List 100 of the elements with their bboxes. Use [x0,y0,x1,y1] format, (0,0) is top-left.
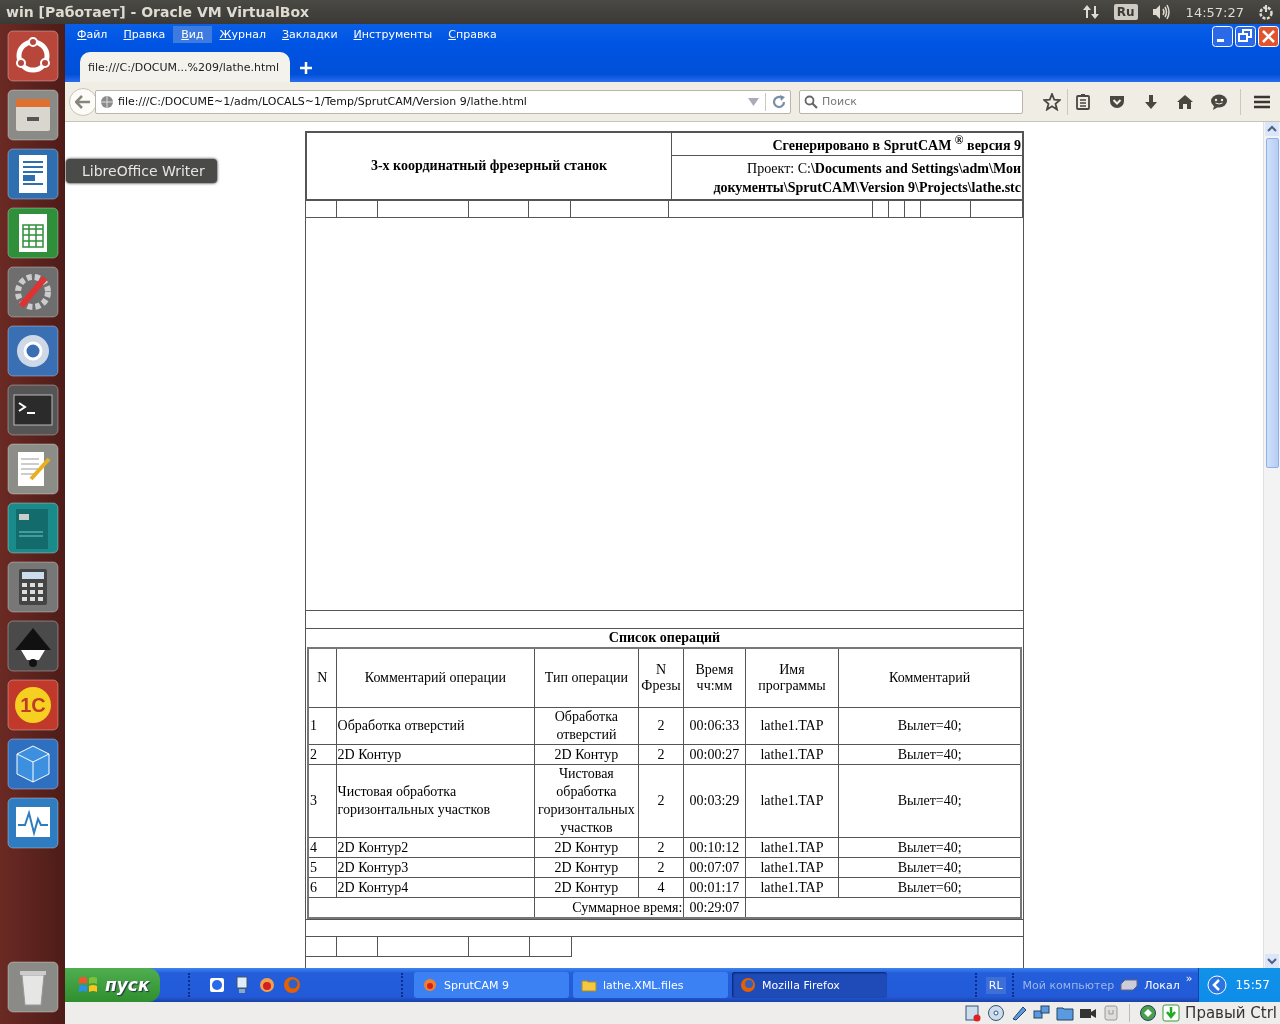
menu-item[interactable]: Справка [440,25,505,43]
search-field[interactable]: Поиск [799,89,1023,114]
menu-item[interactable]: Правка [115,25,174,43]
table-cell: Обработка отверстий [534,707,639,745]
cube-icon[interactable] [6,738,59,790]
table-cell: 2D Контур [534,877,639,898]
scrollbar-thumb[interactable] [1265,138,1279,468]
table-cell: 2D Контур [534,744,639,765]
table-cell: 00:01:17 [683,877,746,898]
table-cell: 5 [308,857,337,878]
clock[interactable]: 14:57:27 [1185,4,1244,20]
trash-icon[interactable] [6,961,59,1013]
drive-icon[interactable] [1120,979,1139,991]
window-title: win [Работает] - Oracle VM VirtualBox [6,4,311,20]
table-cell: 2 [638,857,684,878]
calculator-icon[interactable] [6,561,59,613]
table-cell: Чистовая обработка горизонтальных участков [534,764,639,838]
network-arrows-icon[interactable] [1081,4,1100,20]
document-icon[interactable] [6,148,59,200]
taskbar-button[interactable]: SprutCAM 9 [414,972,569,998]
star-icon[interactable] [1043,92,1061,111]
tooltip: LibreOffice Writer [66,159,217,183]
toolbar-label: Мой компьютер [1022,978,1115,992]
taskbar-button[interactable]: Mozilla Firefox [732,972,887,998]
app-flame-icon[interactable] [258,976,276,994]
table-cell: 2 [638,837,684,858]
menu-item[interactable]: Вид [173,25,212,43]
table-cell: 4 [308,837,337,858]
more-button[interactable]: » [1185,972,1193,985]
table-cell: 2D Контур4 [336,877,535,898]
table-cell: 00:07:07 [683,857,746,878]
system-monitor-icon[interactable] [6,797,59,849]
spreadsheet-icon[interactable] [6,207,59,259]
restore-button[interactable] [1235,26,1256,47]
network-icon[interactable] [1033,1004,1052,1022]
table-cell: lathe1.TAP [745,857,839,878]
table-cell: 6 [308,877,337,898]
scroll-up-icon[interactable] [1265,122,1279,136]
table-cell: lathe1.TAP [745,707,839,745]
table-cell: lathe1.TAP [745,837,839,858]
machine-title: 3-х координатный фрезерный станок [306,132,672,200]
column-header: Комментарий операции [336,648,535,708]
menu-item[interactable]: Файл [69,25,116,43]
reload-icon[interactable] [772,94,786,109]
monitor-icon[interactable] [233,976,251,994]
terminal-icon[interactable] [6,384,59,436]
folder-icon[interactable] [1056,1004,1075,1022]
usb-pen-icon[interactable] [1010,1004,1029,1022]
browser-fox-icon [740,977,756,993]
table-cell: Обработка отверстий [336,707,535,745]
table-cell: 1 [308,707,337,745]
taskbar-clock[interactable]: 15:57 [1235,978,1270,992]
notepad-icon[interactable] [6,443,59,495]
address-field[interactable]: file:///C:/DOCUME~1/adm/LOCALS~1/Temp/SprutCAM/Version 9/lathe.html [95,89,791,114]
search-input[interactable]: Поиск [822,95,1002,108]
table-cell: lathe1.TAP [745,764,839,838]
home-icon[interactable] [1176,92,1194,111]
browser-icon[interactable] [6,325,59,377]
scroll-down-icon[interactable] [1265,954,1279,968]
back-button[interactable] [69,87,97,116]
hard-disk-icon[interactable] [964,1004,983,1022]
download-icon[interactable] [1142,92,1160,111]
language-indicator[interactable]: RL [985,976,1006,994]
new-tab-icon[interactable] [300,62,312,74]
chevron-left-icon[interactable] [1207,975,1228,995]
scrollbar[interactable] [1263,122,1280,968]
menu-item[interactable]: Закладки [273,25,346,43]
keyboard-layout-indicator[interactable]: Ru [1113,4,1138,20]
table-cell: 00:00:27 [683,744,746,765]
speaker-icon[interactable] [1151,4,1172,20]
optical-disc-icon[interactable] [987,1004,1006,1022]
app-logo-icon[interactable]: 1С [6,679,59,731]
book-icon[interactable] [6,502,59,554]
column-header: Имя программы [745,648,839,708]
table-cell: 2D Контур2 [336,837,535,858]
browser-tab[interactable]: file:///C:/DOCUM...%209/lathe.html [80,52,290,82]
start-button[interactable]: пуск [65,968,160,1002]
taskbar-button[interactable]: lathe.XML.files [573,972,728,998]
table-cell: 00:03:29 [683,764,746,838]
menu-item[interactable]: Инструменты [345,25,441,43]
menu-item[interactable]: Журнал [211,25,274,43]
chat-bubble-icon[interactable] [1210,92,1228,111]
table-cell: 2 [638,764,684,838]
table-cell: Чистовая обработка горизонтальных участков [336,764,535,838]
power-gear-icon[interactable] [1258,4,1274,20]
table-cell: lathe1.TAP [745,877,839,898]
mouse-integration-icon[interactable] [1139,1004,1158,1022]
dash-icon[interactable] [6,30,59,82]
back-arrow-icon[interactable] [75,94,91,109]
column-header: N Фрезы [638,648,684,708]
minimize-button[interactable] [1212,26,1233,47]
table-cell: 2 [638,744,684,765]
host-key-label: Правый Ctrl [1185,1004,1277,1022]
reading-list-icon[interactable] [1074,92,1092,111]
drive-label[interactable]: Локал [1144,978,1180,992]
file-cabinet-icon[interactable] [6,89,59,141]
table-cell: lathe1.TAP [745,744,839,765]
table-cell: 2D Контур3 [336,857,535,878]
close-button[interactable] [1258,26,1279,47]
table-cell: 2D Контур [534,837,639,858]
